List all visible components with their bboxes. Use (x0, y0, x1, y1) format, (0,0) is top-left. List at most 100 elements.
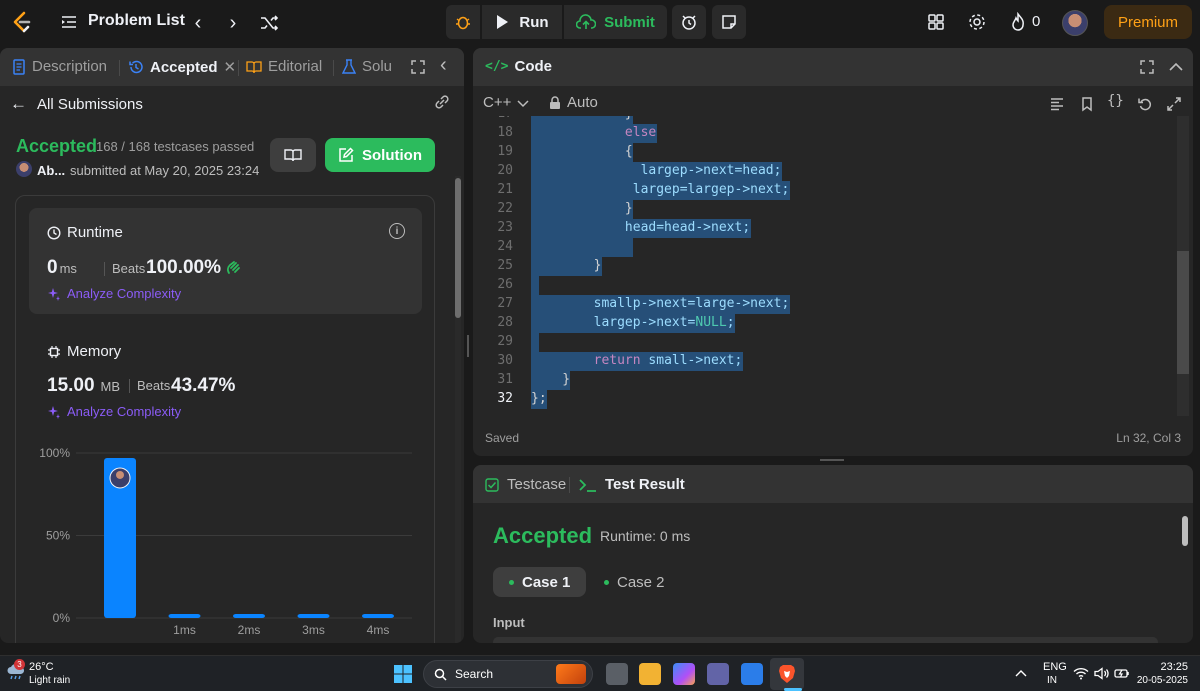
input-region[interactable]: IN (1047, 675, 1057, 686)
tab-test-result[interactable]: Test Result (579, 476, 685, 493)
prev-problem-icon[interactable]: ‹ (186, 11, 210, 35)
task-view-icon[interactable] (606, 663, 628, 685)
code-line[interactable]: 26 (473, 276, 1177, 295)
code-line[interactable]: 23 head=head->next; (473, 219, 1177, 238)
tab-divider (119, 60, 120, 76)
clock-date[interactable]: 20-05-2025 (1137, 675, 1188, 686)
chart-bar[interactable] (168, 614, 201, 618)
premium-button[interactable]: Premium (1104, 5, 1192, 39)
code-line[interactable]: 19 { (473, 143, 1177, 162)
input-box[interactable] (493, 637, 1158, 643)
code-line[interactable]: 31 } (473, 371, 1177, 390)
tab-solutions[interactable]: Solu (342, 58, 392, 75)
submitter-name[interactable]: Ab... (37, 163, 65, 178)
code-line[interactable]: 29 (473, 333, 1177, 352)
auto-mode-toggle[interactable]: Auto (549, 94, 598, 111)
code-line[interactable]: 24 (473, 238, 1177, 257)
layout-grid-icon[interactable] (926, 12, 946, 32)
reset-icon[interactable] (1137, 96, 1153, 112)
notes-button[interactable] (712, 5, 746, 39)
input-language[interactable]: ENG (1043, 661, 1067, 673)
left-scrollbar-thumb[interactable] (455, 178, 461, 318)
all-submissions-label: All Submissions (37, 95, 143, 113)
code-line[interactable]: 27 smallp->next=large->next; (473, 295, 1177, 314)
code-token: ; (726, 315, 735, 330)
bookmark-icon[interactable] (1079, 96, 1095, 112)
test-scrollbar-thumb[interactable] (1182, 516, 1188, 546)
weather-condition[interactable]: Light rain (29, 675, 70, 686)
code-line[interactable]: 25 } (473, 257, 1177, 276)
debug-button[interactable] (446, 5, 480, 39)
microsoft-store-icon[interactable] (741, 663, 763, 685)
braces-icon[interactable]: {} (1107, 93, 1127, 109)
tab-accepted[interactable]: Accepted ✕ (128, 58, 236, 76)
user-avatar[interactable] (1062, 10, 1088, 36)
all-submissions-link[interactable]: ← All Submissions (10, 94, 143, 114)
editorial-button[interactable] (270, 138, 316, 172)
copilot-icon[interactable] (673, 663, 695, 685)
collapse-panel-icon[interactable]: ‹ (440, 54, 447, 77)
vertical-resize-handle[interactable] (467, 335, 469, 357)
tab-testcase[interactable]: Testcase (485, 476, 566, 493)
timer-button[interactable] (672, 5, 706, 39)
leetcode-logo-icon[interactable] (10, 10, 34, 34)
submit-button[interactable]: Submit (564, 5, 667, 39)
close-tab-icon[interactable]: ✕ (224, 58, 237, 76)
windows-start-icon[interactable] (393, 664, 413, 684)
taskbar-search[interactable]: Search (423, 660, 593, 688)
code-line[interactable]: 20 largep->next=head; (473, 162, 1177, 181)
language-select[interactable]: C++ (483, 94, 529, 111)
horizontal-resize-handle[interactable] (820, 459, 844, 461)
code-token: small->next; (640, 353, 743, 368)
battery-charging-icon[interactable] (1114, 667, 1130, 680)
code-line[interactable]: 18 else (473, 124, 1177, 143)
code-text: } (531, 258, 602, 273)
tab-code[interactable]: </> Code (485, 58, 552, 75)
settings-gear-icon[interactable] (967, 12, 987, 32)
input-label: Input (493, 615, 525, 630)
bug-icon (456, 16, 470, 30)
line-number: 17 (473, 116, 513, 121)
tab-testcase-label: Testcase (507, 476, 567, 493)
streak-flame-icon[interactable] (1008, 12, 1028, 32)
code-scrollbar-thumb[interactable] (1177, 251, 1189, 374)
file-explorer-icon[interactable] (639, 663, 661, 685)
tab-editorial-label: Editorial (268, 58, 323, 75)
brave-browser-icon[interactable] (776, 663, 798, 685)
code-line[interactable]: 17 } (473, 116, 1177, 124)
code-line[interactable]: 22 } (473, 200, 1177, 219)
problem-list-icon[interactable] (60, 13, 78, 31)
code-line[interactable]: 30 return small->next; (473, 352, 1177, 371)
y-tick-label: 50% (46, 529, 70, 543)
code-line[interactable]: 32}; (473, 390, 1177, 409)
shuffle-icon[interactable] (257, 11, 281, 35)
case-tab-1[interactable]: Case 1 (493, 567, 587, 597)
tab-editorial[interactable]: Editorial (246, 58, 322, 75)
chart-bar[interactable] (233, 614, 265, 618)
next-problem-icon[interactable]: › (221, 11, 245, 35)
clock-time[interactable]: 23:25 (1160, 661, 1188, 673)
problem-list-link[interactable]: Problem List (88, 12, 185, 30)
chart-bar[interactable] (362, 614, 394, 618)
maximize-icon[interactable] (410, 59, 426, 75)
chart-bar[interactable] (297, 614, 330, 618)
run-button[interactable]: Run (482, 5, 562, 39)
code-editor[interactable]: 17 }18 else19 {20 largep->next=head;21 l… (473, 116, 1177, 416)
teams-icon[interactable] (707, 663, 729, 685)
tab-description[interactable]: Description (12, 58, 107, 75)
case-tab-2[interactable]: Case 2 (588, 567, 681, 597)
share-link-icon[interactable] (432, 94, 452, 110)
chevron-up-icon[interactable] (1168, 60, 1184, 74)
selection-highlight (531, 238, 634, 257)
wifi-icon[interactable] (1073, 667, 1089, 680)
volume-icon[interactable] (1094, 667, 1110, 680)
solution-button[interactable]: Solution (325, 138, 435, 172)
runtime-distribution-chart[interactable]: 100% 50% 0% 1ms 2ms 3ms 4ms (16, 196, 436, 643)
maximize-icon[interactable] (1139, 59, 1155, 75)
code-line[interactable]: 28 largep->next=NULL; (473, 314, 1177, 333)
expand-icon[interactable] (1166, 96, 1182, 112)
tray-overflow-chevron-icon[interactable] (1015, 668, 1027, 678)
weather-temp[interactable]: 26°C (29, 661, 54, 673)
code-line[interactable]: 21 largep=largep->next; (473, 181, 1177, 200)
format-lines-icon[interactable] (1049, 96, 1065, 112)
